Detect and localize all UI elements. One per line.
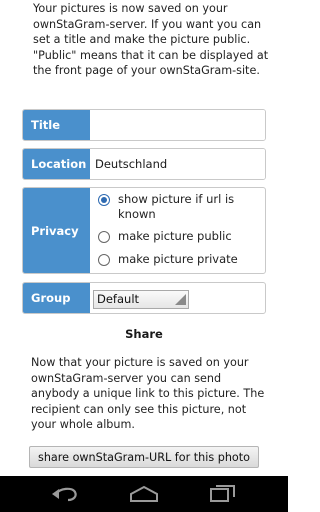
radio-unchecked-icon[interactable] bbox=[98, 254, 110, 266]
radio-checked-icon[interactable] bbox=[98, 194, 110, 206]
group-label: Group bbox=[23, 283, 90, 313]
location-row: Location bbox=[22, 148, 266, 180]
intro-text: Your pictures is now saved on your ownSt… bbox=[33, 2, 269, 78]
group-row: Group Default bbox=[22, 282, 266, 314]
title-input[interactable] bbox=[90, 110, 265, 140]
privacy-option-label: show picture if url is known bbox=[118, 192, 235, 221]
privacy-options: show picture if url is known make pictur… bbox=[90, 188, 265, 273]
location-input[interactable] bbox=[90, 149, 265, 179]
share-description: Now that your picture is saved on your o… bbox=[31, 356, 265, 432]
navigation-bar bbox=[0, 476, 288, 512]
share-heading: Share bbox=[125, 327, 163, 341]
dropdown-arrow-icon bbox=[175, 294, 186, 305]
privacy-row: Privacy show picture if url is known mak… bbox=[22, 187, 266, 274]
privacy-option-url[interactable]: show picture if url is known bbox=[98, 192, 258, 222]
privacy-option-private[interactable]: make picture private bbox=[98, 252, 238, 267]
location-label: Location bbox=[23, 149, 90, 179]
recent-apps-icon[interactable] bbox=[208, 484, 238, 504]
home-icon[interactable] bbox=[128, 484, 160, 504]
title-row: Title bbox=[22, 109, 266, 141]
privacy-option-label: make picture public bbox=[118, 229, 232, 243]
radio-unchecked-icon[interactable] bbox=[98, 231, 110, 243]
screen: Your pictures is now saved on your ownSt… bbox=[0, 0, 288, 476]
group-select-value: Default bbox=[97, 292, 140, 306]
back-icon[interactable] bbox=[50, 484, 80, 504]
privacy-label: Privacy bbox=[23, 188, 90, 273]
privacy-option-label: make picture private bbox=[118, 252, 238, 266]
title-label: Title bbox=[23, 110, 90, 140]
group-select[interactable]: Default bbox=[93, 290, 189, 309]
privacy-option-public[interactable]: make picture public bbox=[98, 229, 232, 244]
share-url-button[interactable]: share ownStaGram-URL for this photo bbox=[29, 446, 259, 468]
